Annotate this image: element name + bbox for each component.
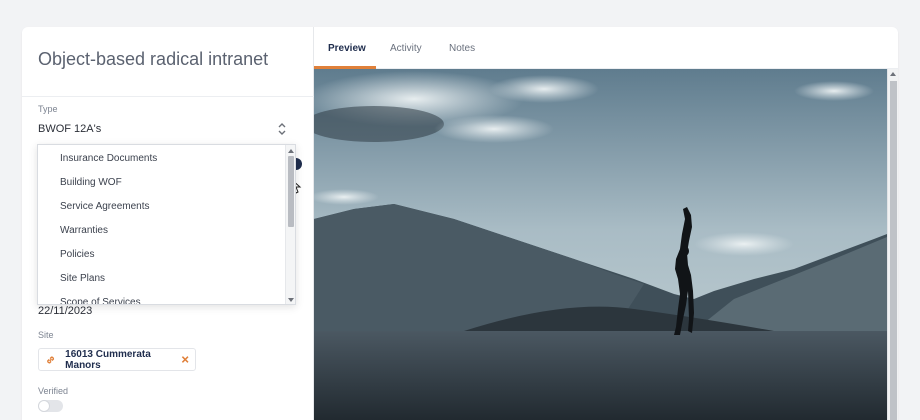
verified-label: Verified [38,386,69,396]
divider [22,96,314,97]
link-icon [47,356,55,363]
dropdown-option[interactable]: Site Plans [60,273,105,284]
tab-notes[interactable]: Notes [449,43,475,54]
scroll-thumb[interactable] [288,156,294,227]
dropdown-option[interactable]: Policies [60,249,94,260]
tab-activity[interactable]: Activity [390,43,422,54]
site-chip[interactable]: 16013 Cummerata Manors [38,348,196,371]
image-preview [314,69,887,420]
scroll-up-icon[interactable] [288,149,294,153]
site-label: Site [38,330,54,340]
dropdown-option[interactable]: Building WOF [60,177,122,188]
site-chip-label: 16013 Cummerata Manors [65,348,151,371]
page-title: Object-based radical intranet [38,49,269,69]
date-field[interactable]: 22/11/2023 [38,305,92,317]
chevron-up-down-icon[interactable] [276,121,288,137]
verified-toggle[interactable] [38,400,63,412]
preview-photo [314,69,887,420]
tab-preview[interactable]: Preview [328,43,366,54]
scroll-thumb[interactable] [890,81,897,420]
preview-scrollbar[interactable] [887,69,898,420]
toggle-knob [38,400,50,412]
type-select[interactable]: BWOF 12A's [38,123,101,135]
dropdown-option[interactable]: Insurance Documents [60,153,157,164]
dropdown-option[interactable]: Warranties [60,225,108,236]
dropdown-option[interactable]: Service Agreements [60,201,150,212]
type-dropdown: Insurance Documents Building WOF Service… [37,144,296,305]
scroll-down-icon[interactable] [288,298,294,302]
scroll-up-icon[interactable] [890,72,896,76]
dropdown-scrollbar[interactable] [285,145,295,304]
tab-bar: Preview Activity Notes [314,27,898,69]
preview-panel: Preview Activity Notes [314,27,898,420]
close-icon[interactable] [181,355,189,364]
type-label: Type [38,104,58,114]
dropdown-option[interactable]: Scope of Services [60,297,141,304]
